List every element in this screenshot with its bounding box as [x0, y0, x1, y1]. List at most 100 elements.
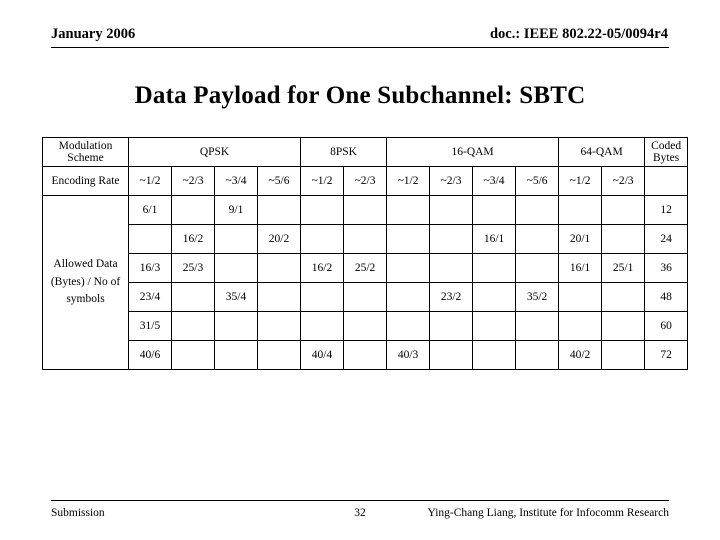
table-row: 16/3 25/3 16/2 25/2 16/1 25/1 36 [43, 253, 689, 283]
data-cell [386, 224, 431, 254]
data-cell [558, 195, 603, 225]
data-cell [558, 311, 603, 341]
table-row: Allowed Data (Bytes) / No of symbols 6/1… [42, 195, 689, 370]
data-cell [515, 253, 560, 283]
data-cell [429, 195, 474, 225]
data-cell [472, 311, 517, 341]
payload-table-container: Modulation Scheme QPSK 8PSK 16-QAM 64-QA… [42, 137, 689, 370]
slide-footer: 32 Submission Ying-Chang Liang, Institut… [51, 500, 669, 524]
data-cell [386, 195, 431, 225]
data-cell [515, 195, 560, 225]
payload-table: Modulation Scheme QPSK 8PSK 16-QAM 64-QA… [42, 137, 689, 370]
data-cell [300, 282, 345, 312]
footer-author: Ying-Chang Liang, Institute for Infocomm… [427, 507, 669, 519]
data-cell: 9/1 [214, 195, 258, 225]
data-cell [472, 282, 517, 312]
data-cell [343, 224, 388, 254]
header-group-qpsk: QPSK [127, 137, 302, 167]
data-cell [515, 311, 560, 341]
data-cell [171, 195, 215, 225]
data-cell: 16/2 [300, 253, 345, 283]
coded-bytes-cell: 72 [644, 340, 689, 370]
encoding-rate-cell: ~1/2 [128, 166, 172, 196]
slide: January 2006 doc.: IEEE 802.22-05/0094r4… [0, 0, 720, 540]
table-row: 16/2 20/2 16/1 20/1 24 [43, 224, 689, 254]
table-header-row: Modulation Scheme QPSK 8PSK 16-QAM 64-QA… [42, 137, 689, 167]
header-coded-bytes: Coded Bytes [644, 137, 689, 167]
header-divider [51, 47, 669, 48]
footer-submission-label: Submission [51, 507, 105, 519]
data-cell: 16/2 [171, 224, 215, 254]
data-cell [300, 195, 345, 225]
table-row: 31/5 60 [43, 311, 689, 341]
data-cell: 20/1 [558, 224, 603, 254]
data-cell [601, 340, 646, 370]
data-cell: 40/3 [386, 340, 431, 370]
header-group-64qam: 64-QAM [558, 137, 646, 167]
data-cell: 16/1 [472, 224, 517, 254]
header-row: January 2006 doc.: IEEE 802.22-05/0094r4 [51, 26, 669, 43]
header-date: January 2006 [51, 26, 136, 42]
data-cell [601, 282, 646, 312]
data-cell [256, 195, 302, 225]
data-cell [256, 311, 302, 341]
data-cell [214, 253, 258, 283]
encoding-rate-blank [644, 166, 689, 196]
side-label-allowed-data: Allowed Data (Bytes) / No of symbols [42, 195, 129, 370]
data-cell: 31/5 [128, 311, 172, 341]
encoding-rate-cell: ~1/2 [558, 166, 603, 196]
coded-bytes-cell: 12 [644, 195, 689, 225]
data-cell: 35/2 [515, 282, 560, 312]
coded-bytes-cell: 60 [644, 311, 689, 341]
data-cell [472, 340, 517, 370]
encoding-rate-cell: ~2/3 [171, 166, 215, 196]
data-cell [429, 340, 474, 370]
table-row: 23/4 35/4 23/2 35/2 48 [43, 282, 689, 312]
data-cell [472, 195, 517, 225]
encoding-rate-cell: ~3/4 [472, 166, 517, 196]
encoding-rate-label: Encoding Rate [42, 166, 129, 196]
table-row: 40/6 40/4 40/3 40/2 72 [43, 340, 689, 370]
data-cell: 40/2 [558, 340, 603, 370]
data-cell [300, 224, 345, 254]
data-cell: 40/6 [128, 340, 172, 370]
header-modulation-scheme: Modulation Scheme [42, 137, 129, 167]
data-cell: 20/2 [256, 224, 302, 254]
coded-bytes-cell: 24 [644, 224, 689, 254]
data-cell [171, 311, 215, 341]
data-cell [128, 224, 172, 254]
data-cell [515, 340, 560, 370]
data-cell [343, 282, 388, 312]
data-cell [601, 311, 646, 341]
data-cell [515, 224, 560, 254]
data-cell [343, 311, 388, 341]
data-cell [343, 340, 388, 370]
encoding-rate-cell: ~1/2 [300, 166, 345, 196]
data-cell [256, 282, 302, 312]
data-cell [601, 224, 646, 254]
slide-header: January 2006 doc.: IEEE 802.22-05/0094r4 [51, 26, 669, 50]
data-cell: 6/1 [128, 195, 172, 225]
data-cell [386, 282, 431, 312]
header-doc-id: doc.: IEEE 802.22-05/0094r4 [489, 26, 668, 42]
data-cell [429, 311, 474, 341]
data-cell: 25/1 [601, 253, 646, 283]
encoding-rate-cell: ~2/3 [429, 166, 474, 196]
data-cell [214, 340, 258, 370]
data-cell [171, 282, 215, 312]
data-cell [601, 195, 646, 225]
coded-bytes-cell: 36 [644, 253, 689, 283]
data-cell [472, 253, 517, 283]
header-group-16qam: 16-QAM [386, 137, 560, 167]
data-cell [558, 282, 603, 312]
encoding-rate-cell: ~2/3 [343, 166, 388, 196]
footer-divider [51, 500, 669, 501]
data-cell: 16/3 [128, 253, 172, 283]
encoding-rate-cell: ~2/3 [601, 166, 646, 196]
encoding-rate-cell: ~3/4 [214, 166, 258, 196]
data-cell: 40/4 [300, 340, 345, 370]
encoding-rate-cell: ~1/2 [386, 166, 431, 196]
page-title: Data Payload for One Subchannel: SBTC [134, 82, 586, 109]
coded-bytes-cell: 48 [644, 282, 689, 312]
data-cell: 35/4 [214, 282, 258, 312]
